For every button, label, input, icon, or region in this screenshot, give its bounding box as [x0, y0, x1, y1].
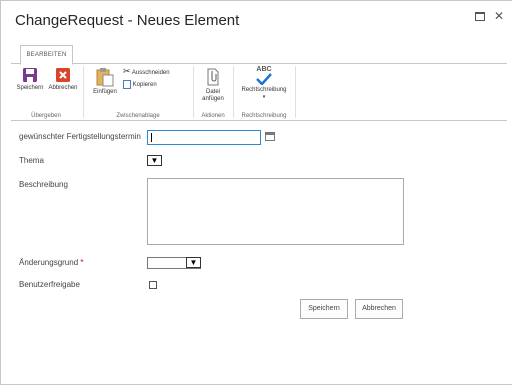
save-button[interactable]: Speichern [300, 299, 348, 319]
ribbon-group-clipboard: Einfügen ✂ Ausschneiden Kopieren Zwische… [85, 64, 191, 120]
group-label-clipboard: Zwischenablage [116, 113, 160, 119]
dialog-window: ChangeRequest - Neues Element ✕ BEARBEIT… [0, 0, 512, 385]
ribbon-separator [193, 66, 194, 118]
group-label-spelling: Rechtschreibung [241, 113, 287, 119]
paste-ribbon-label: Einfügen [93, 89, 117, 95]
ribbon-group-actions: Datei anfügen Aktionen [195, 64, 231, 120]
cut-label: Ausschneiden [131, 70, 170, 76]
reason-dropdown[interactable]: ▼ [147, 257, 201, 269]
save-icon [23, 68, 37, 82]
reason-label: Änderungsgrund * [19, 258, 84, 267]
chevron-down-icon: ▼ [150, 156, 159, 165]
paste-ribbon-button[interactable]: Einfügen [91, 67, 119, 96]
spelling-dropdown-icon[interactable]: ▾ [237, 94, 291, 101]
paste-icon [96, 68, 114, 87]
chevron-down-icon: ▼ [186, 257, 201, 268]
attach-file-label-1: Datei [205, 89, 220, 95]
ribbon-group-submit: Speichern Abbrechen Übergeben [11, 64, 81, 120]
approval-checkbox[interactable] [149, 281, 157, 289]
text-cursor [151, 133, 152, 142]
cancel-ribbon-label: Abbrechen [48, 85, 78, 91]
attach-file-label-2: anfügen [202, 96, 224, 102]
due-date-input[interactable] [147, 130, 261, 145]
ribbon-separator [83, 66, 84, 118]
spelling-check-icon [256, 73, 272, 86]
topic-dropdown[interactable]: ▼ [147, 155, 162, 166]
attach-file-button[interactable]: Datei anfügen [197, 67, 229, 103]
ribbon-separator [295, 66, 296, 118]
topic-label: Thema [19, 156, 44, 165]
required-marker: * [80, 258, 84, 267]
dialog-title: ChangeRequest - Neues Element [15, 12, 240, 29]
ribbon-separator [233, 66, 234, 118]
copy-label: Kopieren [132, 82, 157, 89]
copy-icon [123, 80, 131, 89]
spelling-button[interactable]: ABC Rechtschreibung ▾ [237, 66, 291, 101]
tab-bearbeiten[interactable]: BEARBEITEN [20, 45, 73, 65]
spelling-label: Rechtschreibung [241, 87, 287, 93]
ribbon-group-spelling: ABC Rechtschreibung ▾ Rechtschreibung [235, 64, 293, 120]
cut-button[interactable]: ✂ Ausschneiden [123, 66, 170, 77]
cancel-icon [56, 68, 70, 82]
scissors-icon: ✂ [123, 66, 131, 76]
attach-file-icon [207, 68, 219, 86]
copy-button[interactable]: Kopieren [123, 80, 157, 89]
close-icon[interactable]: ✕ [494, 9, 504, 23]
description-label: Beschreibung [19, 180, 68, 189]
approval-label: Benutzerfreigabe [19, 280, 80, 289]
save-ribbon-label: Speichern [16, 85, 44, 91]
calendar-icon[interactable] [265, 132, 275, 141]
due-date-label: gewünschter Fertigstellungstermin [19, 132, 141, 141]
cancel-ribbon-button[interactable]: Abbrechen [47, 67, 79, 92]
ribbon: Speichern Abbrechen Übergeben Einfügen ✂… [11, 63, 507, 121]
save-ribbon-button[interactable]: Speichern [15, 67, 45, 92]
group-label-actions: Aktionen [201, 113, 225, 119]
description-textarea[interactable] [147, 178, 404, 245]
reason-label-text: Änderungsgrund [19, 258, 79, 267]
cancel-button[interactable]: Abbrechen [355, 299, 403, 319]
group-label-submit: Übergeben [31, 113, 61, 119]
maximize-icon[interactable] [475, 12, 485, 21]
abc-label: ABC [256, 66, 272, 73]
